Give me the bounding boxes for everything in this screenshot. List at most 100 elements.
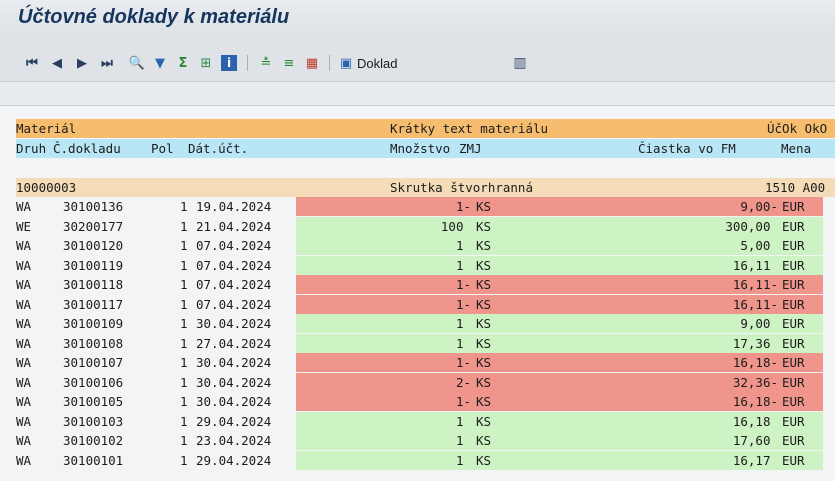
cell-type: WA [16,257,32,273]
table-row[interactable]: WA 30100119 1 07.04.2024 1 KS 16,11 EUR [16,255,835,275]
cell-amount: 16,11- [732,296,778,312]
cell-currency: EUR [782,433,805,448]
group-material-text: Skrutka štvorhranná [390,180,533,195]
cell-unit: KS [476,413,492,429]
cell-item: 1 [180,413,188,429]
cell-amount: 16,11- [732,277,778,292]
column-header-item[interactable]: Pol [151,139,174,158]
cell-unit: KS [476,452,492,468]
subtotal-icon[interactable]: ⊞ [198,54,214,72]
cell-item: 1 [180,433,188,448]
header-row-1: Materiál Krátky text materiálu ÚčOk OkO [16,119,835,138]
cell-unit: KS [476,316,492,331]
cell-type: WA [16,394,32,409]
cell-quantity: 1 [455,413,471,429]
cell-item: 1 [180,238,188,253]
column-header-doc-number[interactable]: Č.dokladu [53,139,121,158]
toolbar-separator [329,55,330,71]
cell-doc-number: 30100119 [63,257,124,273]
cell-posting-date: 07.04.2024 [196,238,272,253]
table-row[interactable]: WA 30100120 1 07.04.2024 1 KS 5,00 EUR [16,236,835,255]
cell-posting-date: 07.04.2024 [196,277,272,292]
table-row[interactable]: WA 30100108 1 27.04.2024 1 KS 17,36 EUR [16,333,835,353]
cell-item: 1 [180,335,188,351]
cell-doc-number: 30200177 [63,218,124,234]
layout-icon[interactable]: ▥ [512,54,528,72]
column-header-account[interactable]: ÚčOk OkO [767,119,827,138]
cell-currency: EUR [782,277,805,292]
header-row-2: Druh Č.dokladu Pol Dát.účt. Množstvo ZMJ… [16,139,835,158]
table-row[interactable]: WA 30100101 1 29.04.2024 1 KS 16,17 EUR [16,450,835,470]
cell-posting-date: 07.04.2024 [196,257,272,273]
cell-item: 1 [180,296,188,312]
cell-quantity: 100 [440,218,471,234]
cell-unit: KS [476,218,492,234]
doklad-button[interactable]: ▣ Doklad [338,54,398,72]
cell-amount: 17,36 [732,335,778,351]
details-icon[interactable]: 🔍 [129,54,145,72]
cell-doc-number: 30100118 [63,277,124,292]
cell-unit: KS [476,296,492,312]
cell-posting-date: 27.04.2024 [196,335,272,351]
cell-doc-number: 30100109 [63,316,124,331]
cell-amount: 9,00- [740,199,778,214]
cell-type: WA [16,199,32,214]
sum-icon[interactable]: Σ [175,54,191,72]
column-header-type[interactable]: Druh [16,139,46,158]
table-row[interactable]: WA 30100102 1 23.04.2024 1 KS 17,60 EUR [16,431,835,450]
table-row[interactable]: WE 30200177 1 21.04.2024 100 KS 300,00 EUR [16,216,835,236]
cell-amount: 16,11 [732,257,778,273]
cell-doc-number: 30100101 [63,452,124,468]
info-icon[interactable]: i [221,54,237,72]
group-row[interactable]: 10000003 Skrutka štvorhranná 1510 A00 [16,178,835,197]
table-row[interactable]: WA 30100107 1 30.04.2024 1- KS 16,18- EUR [16,353,835,372]
prev-page-icon[interactable]: ◀ [49,54,65,72]
cell-amount: 9,00 [740,316,778,331]
cell-posting-date: 19.04.2024 [196,199,272,214]
cell-unit: KS [476,199,492,214]
group-account: 1510 A00 [765,180,826,195]
cell-unit: KS [476,394,492,409]
first-page-icon[interactable]: ⏮ [24,54,40,72]
column-header-currency[interactable]: Mena [781,139,811,158]
cell-quantity: 1- [455,355,471,370]
column-header-quantity[interactable]: Množstvo [390,139,450,158]
cell-item: 1 [180,199,188,214]
last-page-icon[interactable]: ⏭ [99,54,115,72]
cell-amount: 32,36- [732,374,778,390]
table-row[interactable]: WA 30100103 1 29.04.2024 1 KS 16,18 EUR [16,411,835,431]
cell-quantity: 1- [455,277,471,292]
column-header-material[interactable]: Materiál [16,119,76,138]
column-header-amount[interactable]: Čiastka vo FM [638,139,736,158]
column-header-posting-date[interactable]: Dát.účt. [188,139,248,158]
cell-type: WA [16,335,32,351]
table-row[interactable]: WA 30100109 1 30.04.2024 1 KS 9,00 EUR [16,314,835,333]
cell-amount: 300,00 [725,218,778,234]
cell-currency: EUR [782,374,805,390]
table-row[interactable]: WA 30100136 1 19.04.2024 1- KS 9,00- EUR [16,197,835,216]
cell-posting-date: 30.04.2024 [196,355,272,370]
column-header-unit[interactable]: ZMJ [459,139,482,158]
cell-type: WA [16,355,32,370]
table-row[interactable]: WA 30100117 1 07.04.2024 1- KS 16,11- EUR [16,294,835,314]
cell-currency: EUR [782,199,805,214]
calendar-icon[interactable]: ▦ [304,54,320,72]
doklad-label: Doklad [357,55,398,71]
filter-icon[interactable]: ▼ [152,54,168,72]
sort-desc-icon[interactable]: ≡ [281,54,297,72]
table-row[interactable]: WA 30100106 1 30.04.2024 2- KS 32,36- EUR [16,372,835,392]
column-header-material-text[interactable]: Krátky text materiálu [390,119,548,138]
cell-currency: EUR [782,257,805,273]
cell-unit: KS [476,355,492,370]
table-row[interactable]: WA 30100105 1 30.04.2024 1- KS 16,18- EUR [16,392,835,411]
cell-posting-date: 30.04.2024 [196,374,272,390]
cell-unit: KS [476,277,492,292]
cell-currency: EUR [782,316,805,331]
table-row[interactable]: WA 30100118 1 07.04.2024 1- KS 16,11- EUR [16,275,835,294]
cell-item: 1 [180,257,188,273]
cell-posting-date: 07.04.2024 [196,296,272,312]
cell-item: 1 [180,277,188,292]
cell-currency: EUR [782,238,805,253]
sort-asc-icon[interactable]: ≛ [258,54,274,72]
next-page-icon[interactable]: ▶ [74,54,90,72]
